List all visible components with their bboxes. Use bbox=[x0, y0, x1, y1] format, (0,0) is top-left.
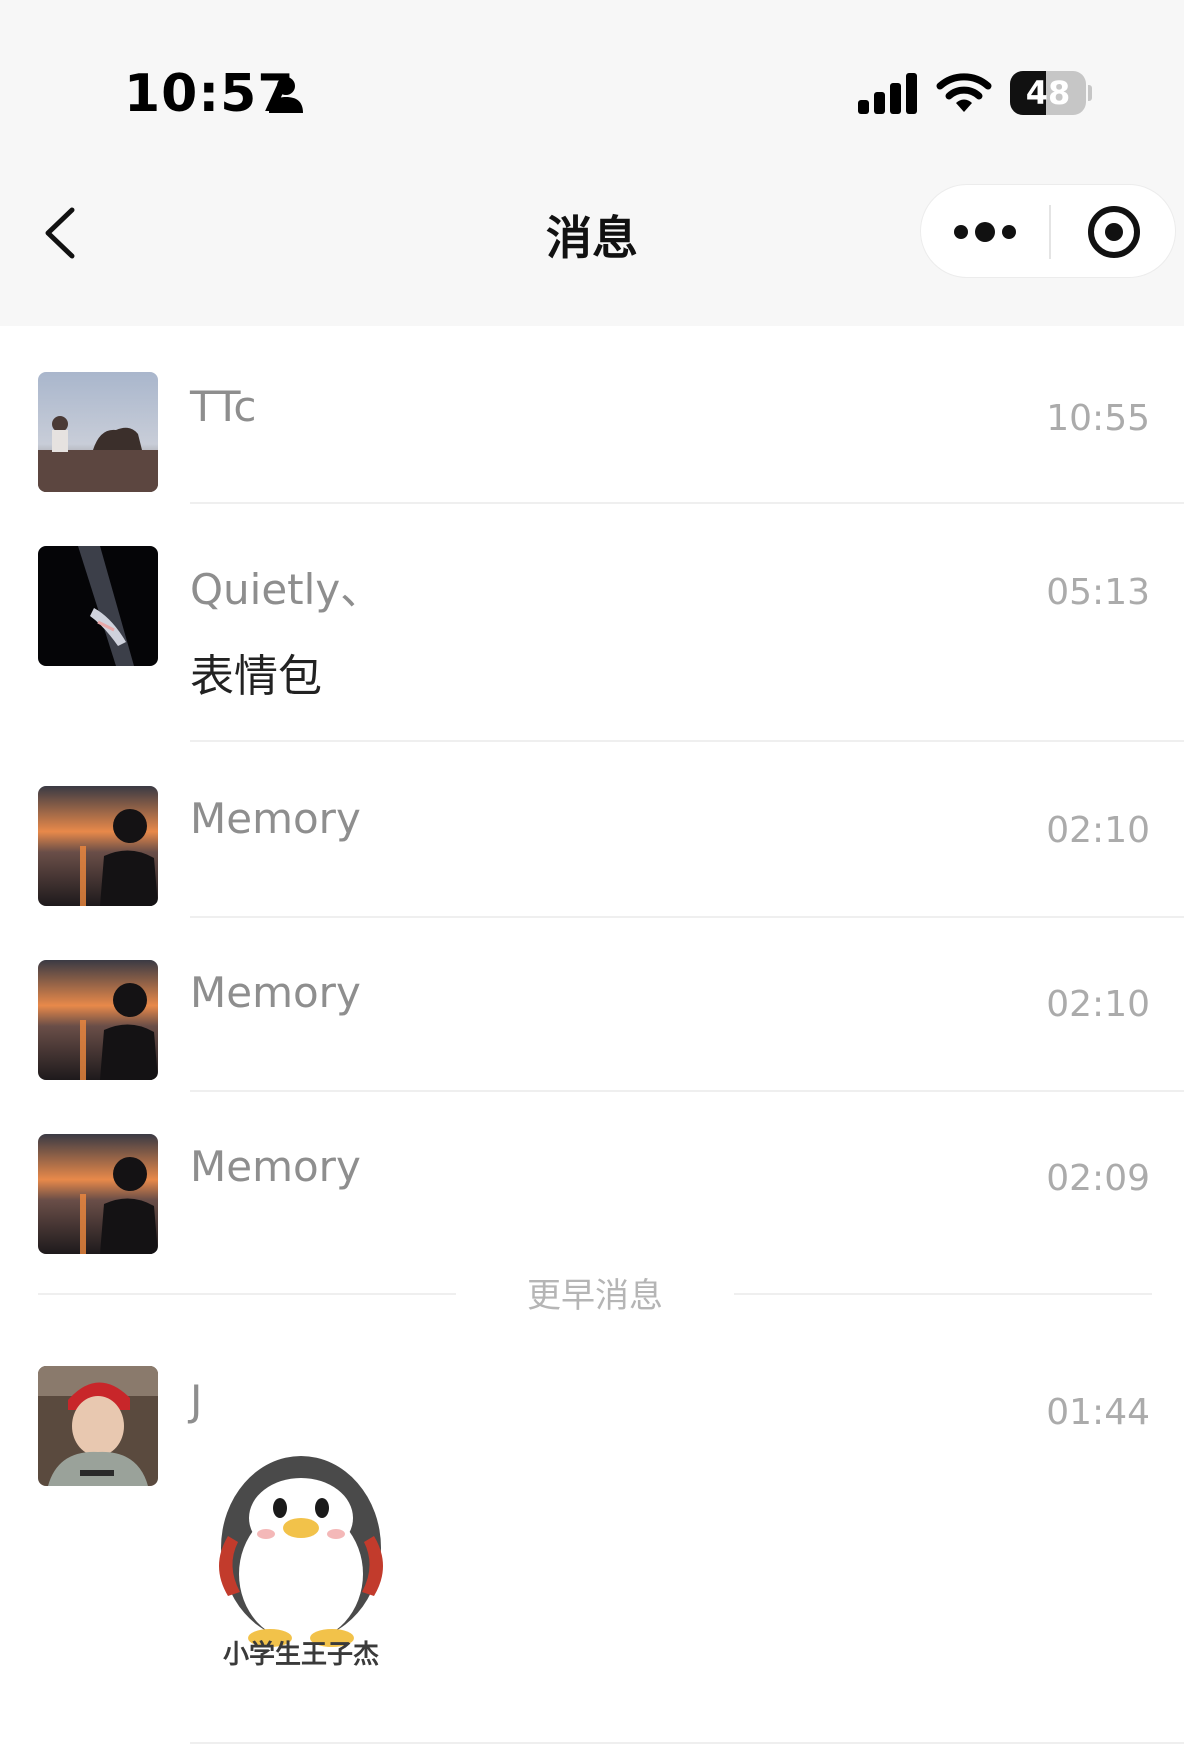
avatar bbox=[38, 372, 158, 492]
contact-name: Memory bbox=[190, 794, 361, 843]
close-mini-program-button[interactable] bbox=[1051, 185, 1177, 279]
contact-name: Memory bbox=[190, 968, 361, 1017]
divider-line bbox=[734, 1293, 1152, 1295]
message-time: 02:09 bbox=[1046, 1158, 1150, 1199]
battery-tip bbox=[1088, 85, 1092, 101]
sticker-caption: 小学生王子杰 bbox=[222, 1640, 379, 1670]
wifi-icon bbox=[936, 73, 992, 112]
avatar-image bbox=[38, 786, 158, 906]
list-item[interactable]: Memory 02:10 bbox=[0, 918, 1184, 1092]
more-dots-icon bbox=[954, 222, 1016, 242]
avatar-image bbox=[38, 546, 158, 666]
divider bbox=[190, 740, 1184, 742]
list-item[interactable]: TTc 10:55 bbox=[0, 326, 1184, 504]
message-time: 02:10 bbox=[1046, 984, 1150, 1025]
avatar-image bbox=[38, 960, 158, 1080]
list-item[interactable]: J 01:44 bbox=[0, 1350, 1184, 1744]
message-time: 01:44 bbox=[1046, 1392, 1150, 1433]
contact-name: Quietly、 bbox=[190, 565, 383, 614]
contact-name: Memory bbox=[190, 1142, 361, 1191]
avatar bbox=[38, 786, 158, 906]
list-item[interactable]: Memory 02:09 bbox=[0, 1092, 1184, 1262]
earlier-messages-divider: 更早消息 bbox=[38, 1264, 1152, 1324]
message-time: 05:13 bbox=[1046, 572, 1150, 613]
message-time: 10:55 bbox=[1046, 398, 1150, 439]
avatar-image bbox=[38, 372, 158, 492]
person-icon bbox=[269, 77, 303, 113]
avatar-image bbox=[38, 1366, 158, 1486]
contact-name: J bbox=[190, 1376, 203, 1425]
avatar bbox=[38, 1366, 158, 1486]
mini-program-capsule bbox=[920, 184, 1176, 278]
signal-icon bbox=[858, 73, 917, 114]
avatar-image bbox=[38, 1134, 158, 1254]
battery-body: 48 bbox=[1010, 71, 1086, 115]
avatar bbox=[38, 960, 158, 1080]
contact-name: TTc bbox=[190, 382, 257, 431]
more-button[interactable] bbox=[921, 185, 1049, 279]
avatar bbox=[38, 1134, 158, 1254]
battery-percent: 48 bbox=[1025, 74, 1071, 112]
avatar bbox=[38, 546, 158, 666]
list-item[interactable]: Memory 02:10 bbox=[0, 744, 1184, 918]
battery-indicator: 48 bbox=[1010, 71, 1092, 115]
top-bar: 10:57 48 消息 bbox=[0, 0, 1184, 326]
message-preview: 表情包 bbox=[190, 651, 322, 702]
list-item[interactable]: Quietly、 05:13 表情包 bbox=[0, 504, 1184, 742]
target-close-icon bbox=[1088, 206, 1140, 258]
message-time: 02:10 bbox=[1046, 810, 1150, 851]
